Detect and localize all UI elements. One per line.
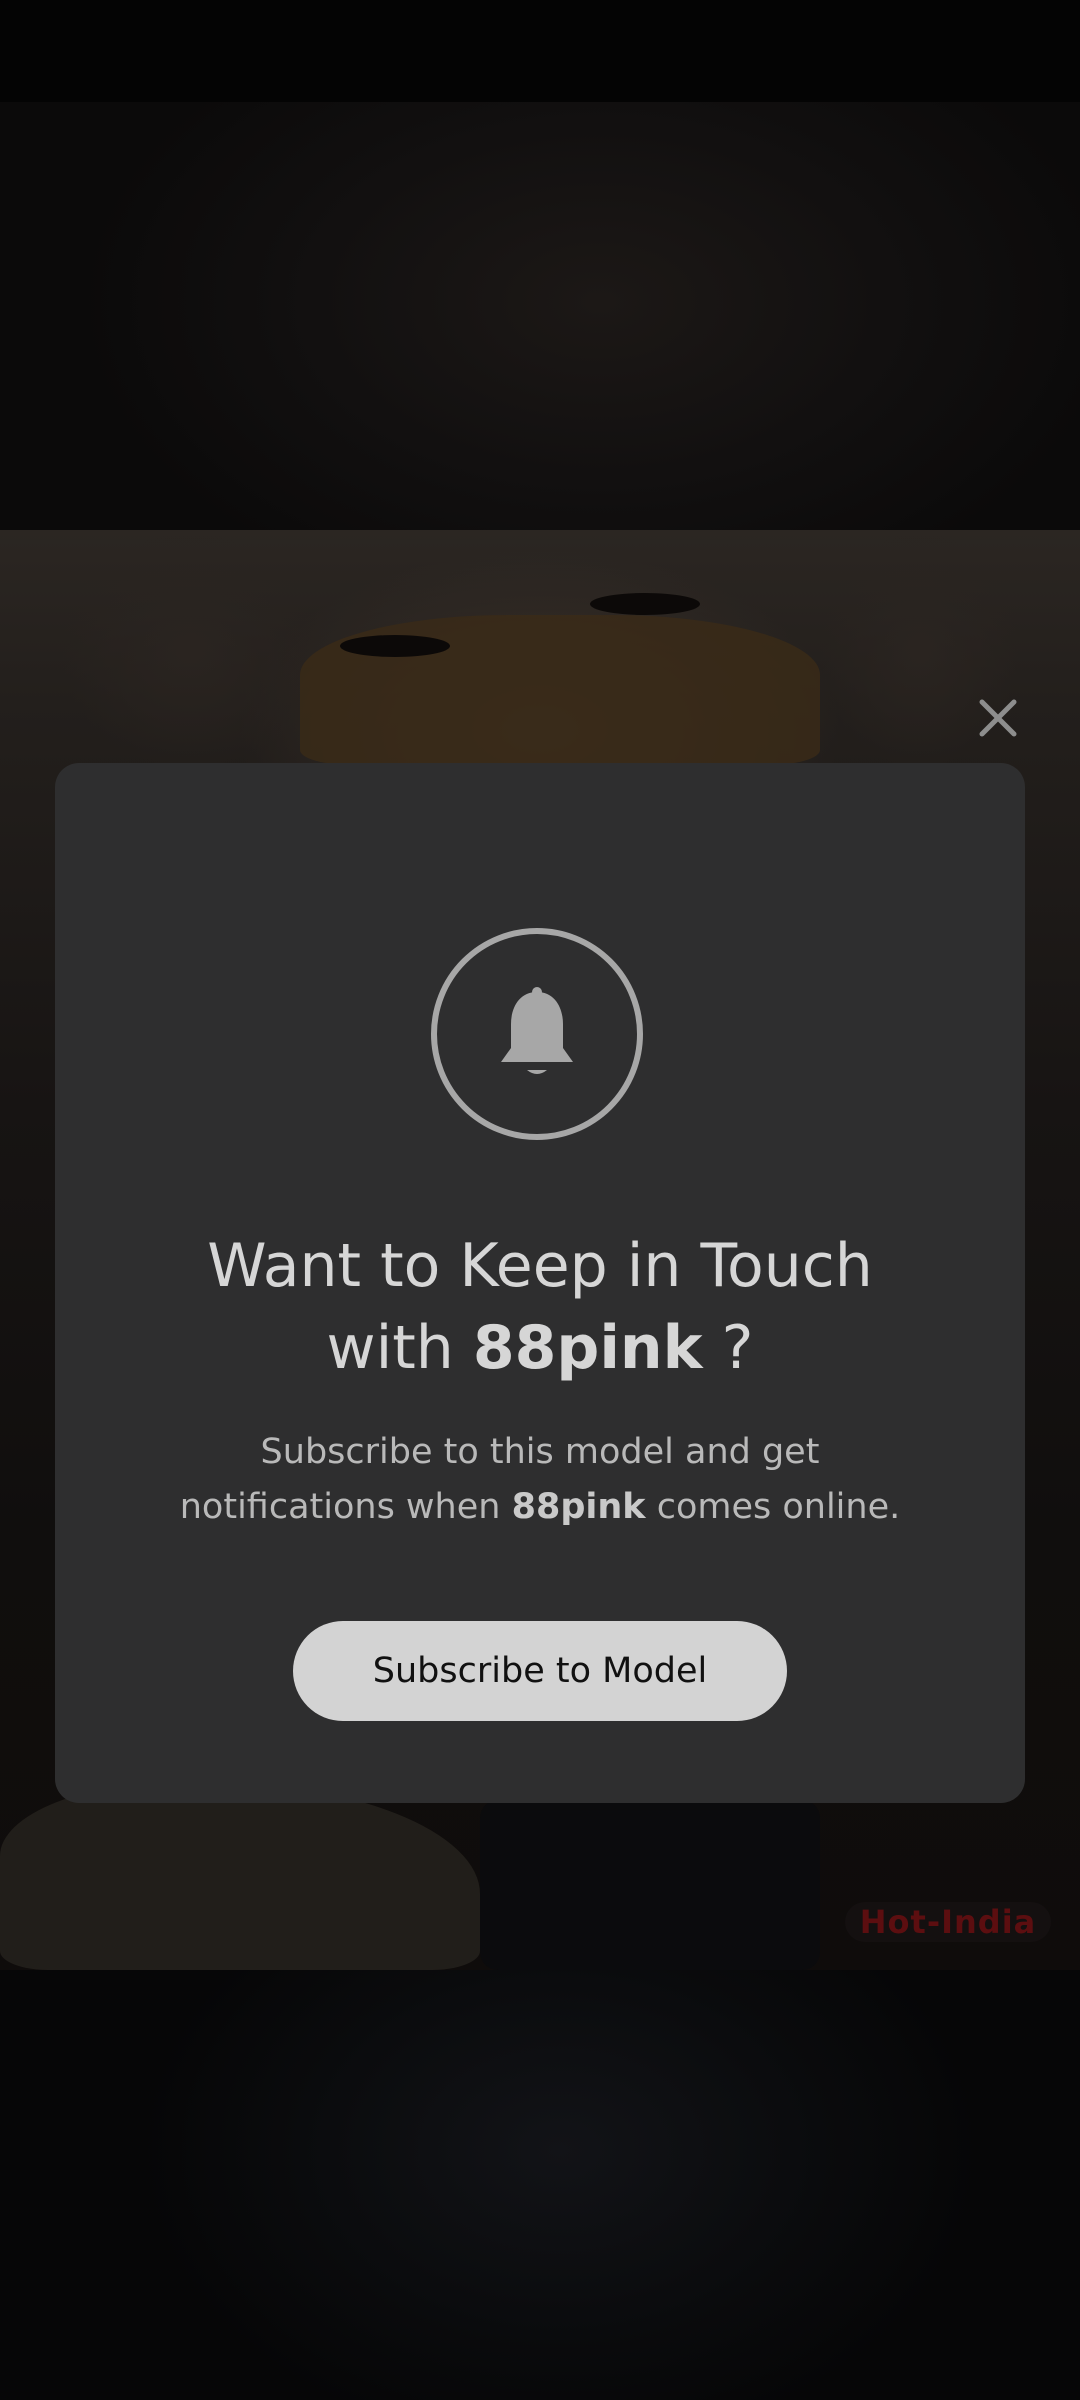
bell-icon: [501, 987, 573, 1074]
subtitle-prefix: notifications when: [179, 1487, 501, 1527]
close-button[interactable]: [968, 688, 1028, 748]
subscribe-to-model-button[interactable]: Subscribe to Model: [293, 1621, 787, 1721]
bell-icon-circle: [431, 928, 643, 1140]
title-line1: Want to Keep in Touch: [207, 1231, 873, 1301]
subtitle-line1: Subscribe to this model and get: [260, 1432, 820, 1472]
modal-subtitle: Subscribe to this model and get notifica…: [115, 1425, 965, 1535]
title-question-mark: ?: [721, 1313, 754, 1383]
subtitle-suffix: comes online.: [656, 1487, 901, 1527]
subtitle-model-name: 88pink: [511, 1487, 646, 1527]
modal-title: Want to Keep in Touch with 88pink ?: [95, 1225, 985, 1389]
title-model-name: 88pink: [472, 1313, 703, 1383]
title-with: with: [326, 1313, 454, 1383]
screen: Hot-India Want to Keep in Touch with 88p…: [0, 0, 1080, 2400]
subscribe-modal: Want to Keep in Touch with 88pink ? Subs…: [55, 763, 1025, 1803]
close-icon: [979, 699, 1017, 737]
